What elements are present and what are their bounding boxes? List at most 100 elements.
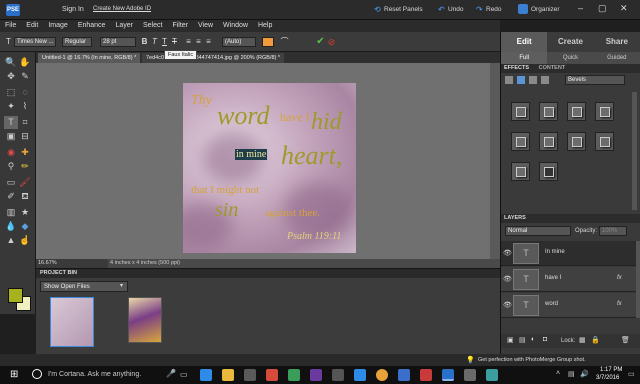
tray-chevron-icon[interactable]: ˄ [556, 370, 560, 377]
layer-mask-icon[interactable]: ◘ [543, 336, 547, 343]
app-icon[interactable] [310, 369, 322, 381]
lock-all-icon[interactable]: 🔒 [591, 336, 600, 344]
align-center-icon[interactable]: ≡ [194, 37, 203, 47]
bevel-style-tile[interactable] [595, 132, 614, 151]
microphone-icon[interactable]: 🎤 [166, 369, 176, 378]
bevel-style-tile[interactable] [511, 162, 530, 181]
all-effects-icon[interactable] [541, 76, 549, 84]
menu-select[interactable]: Select [138, 20, 167, 29]
bevel-style-tile[interactable] [539, 162, 558, 181]
horizontal-scrollbar[interactable]: 4 inches x 4 inches (500 ppi) [108, 259, 500, 268]
font-style-select[interactable]: Regular [62, 37, 92, 47]
bevel-style-tile[interactable] [595, 102, 614, 121]
effects-scrollbar[interactable] [632, 92, 637, 210]
crop-tool-icon[interactable]: ⌗ [18, 116, 32, 129]
maximize-button[interactable]: ▢ [598, 3, 607, 14]
text-color-swatch[interactable] [262, 37, 274, 47]
underline-icon[interactable]: T [160, 37, 169, 47]
tab-create[interactable]: Create [547, 32, 593, 52]
app-icon[interactable] [486, 369, 498, 381]
fx-icon[interactable]: fx [617, 275, 622, 281]
strikethrough-icon[interactable]: T [170, 37, 179, 47]
clone-stamp-icon[interactable]: ⚲ [4, 160, 18, 173]
layer-row[interactable]: 👁 T In mine [501, 241, 636, 266]
app-icon[interactable] [354, 369, 366, 381]
marquee-tool-icon[interactable]: ⬚ [4, 86, 18, 99]
bevel-style-tile[interactable] [539, 102, 558, 121]
smart-brush-icon[interactable]: ✐ [4, 190, 18, 203]
lock-transparency-icon[interactable]: ▦ [579, 336, 586, 344]
windows-start-icon[interactable]: ⊞ [10, 369, 18, 380]
canvas-word-in-mine[interactable]: in mine [235, 149, 268, 160]
doc-tab-untitled[interactable]: Untitled-1 @ 16.7% (In mine, RGB/8) * [38, 53, 141, 63]
file-explorer-icon[interactable] [222, 369, 234, 381]
reset-panels-button[interactable]: Reset Panels [384, 6, 423, 13]
photoshop-elements-icon[interactable] [442, 369, 454, 381]
document-canvas[interactable]: Thy word have I hid in mine heart, that … [183, 83, 356, 253]
smudge-tool-icon[interactable]: ☝ [18, 234, 32, 247]
custom-shape-icon[interactable]: ★ [18, 206, 32, 219]
minimize-button[interactable]: – [578, 3, 583, 13]
chrome-icon[interactable] [376, 369, 388, 381]
app-icon[interactable] [266, 369, 278, 381]
tab-full[interactable]: Full [501, 52, 548, 64]
bevel-style-tile[interactable] [511, 132, 530, 151]
menu-enhance[interactable]: Enhance [73, 20, 111, 29]
tab-guided[interactable]: Guided [594, 52, 640, 64]
new-layer-icon[interactable]: ▣ [507, 336, 514, 344]
bevel-style-tile[interactable] [539, 132, 558, 151]
commit-icon[interactable]: ✔ [316, 37, 325, 47]
eye-icon[interactable]: 👁 [503, 249, 512, 257]
align-right-icon[interactable]: ≡ [204, 37, 213, 47]
network-icon[interactable]: ▤ [568, 370, 575, 378]
menu-image[interactable]: Image [43, 20, 72, 29]
sponge-tool-icon[interactable]: ◆ [18, 220, 32, 233]
clock-time[interactable]: 1:17 PM [600, 367, 622, 373]
close-button[interactable]: ✕ [620, 3, 628, 14]
tab-edit[interactable]: Edit [501, 32, 548, 52]
bin-show-dropdown[interactable]: Show Open Files [40, 281, 128, 292]
straighten-tool-icon[interactable]: ⊟ [18, 130, 32, 143]
new-group-icon[interactable]: ▤ [519, 336, 526, 344]
notifications-icon[interactable]: ▭ [628, 370, 635, 378]
app-icon[interactable] [420, 369, 432, 381]
create-adobe-id-link[interactable]: Create New Adobe ID [93, 6, 151, 12]
sign-in-link[interactable]: Sign In [62, 6, 84, 13]
layer-row[interactable]: 👁 T have I fx [501, 267, 636, 292]
recompose-tool-icon[interactable]: ▣ [4, 130, 18, 143]
sharpen-tool-icon[interactable]: ▲ [4, 234, 18, 247]
menu-view[interactable]: View [193, 20, 218, 29]
red-eye-tool-icon[interactable]: ◉ [4, 146, 18, 159]
pencil-tool-icon[interactable]: ✏ [18, 160, 32, 173]
bin-thumbnail-untitled[interactable] [50, 297, 94, 347]
magic-wand-icon[interactable]: ✦ [4, 100, 18, 113]
tab-effects[interactable]: EFFECTS [504, 65, 529, 71]
app-icon[interactable] [398, 369, 410, 381]
tab-content[interactable]: CONTENT [539, 65, 566, 71]
hand-tool-icon[interactable]: ✋ [18, 56, 32, 69]
effects-category-select[interactable]: Bevels [565, 75, 625, 85]
menu-layer[interactable]: Layer [110, 20, 138, 29]
blend-mode-select[interactable]: Normal [505, 226, 571, 236]
menu-help[interactable]: Help [253, 20, 277, 29]
font-size-select[interactable]: 28 pt [100, 37, 136, 47]
fx-icon[interactable]: fx [617, 301, 622, 307]
store-icon[interactable] [244, 369, 256, 381]
cancel-icon[interactable]: ⊘ [327, 37, 336, 47]
warp-text-icon[interactable]: ⌒ [280, 37, 289, 47]
menu-window[interactable]: Window [218, 20, 253, 29]
eye-icon[interactable]: 👁 [503, 275, 512, 283]
font-family-select[interactable]: Times New ... [14, 37, 56, 47]
move-tool-icon[interactable]: ✥ [4, 70, 18, 83]
paint-bucket-icon[interactable]: ⛾ [18, 190, 32, 203]
eye-icon[interactable]: 👁 [503, 301, 512, 309]
bevel-style-tile[interactable] [567, 132, 586, 151]
eraser-tool-icon[interactable]: ▭ [4, 176, 18, 189]
lasso-tool-icon[interactable]: ◌ [18, 86, 32, 99]
layers-scrollbar[interactable] [636, 241, 640, 318]
gradient-tool-icon[interactable]: ▥ [4, 206, 18, 219]
undo-button[interactable]: Undo [448, 6, 464, 13]
tab-quick[interactable]: Quick [547, 52, 593, 64]
filters-icon[interactable] [505, 76, 513, 84]
volume-icon[interactable]: 🔊 [580, 370, 589, 378]
